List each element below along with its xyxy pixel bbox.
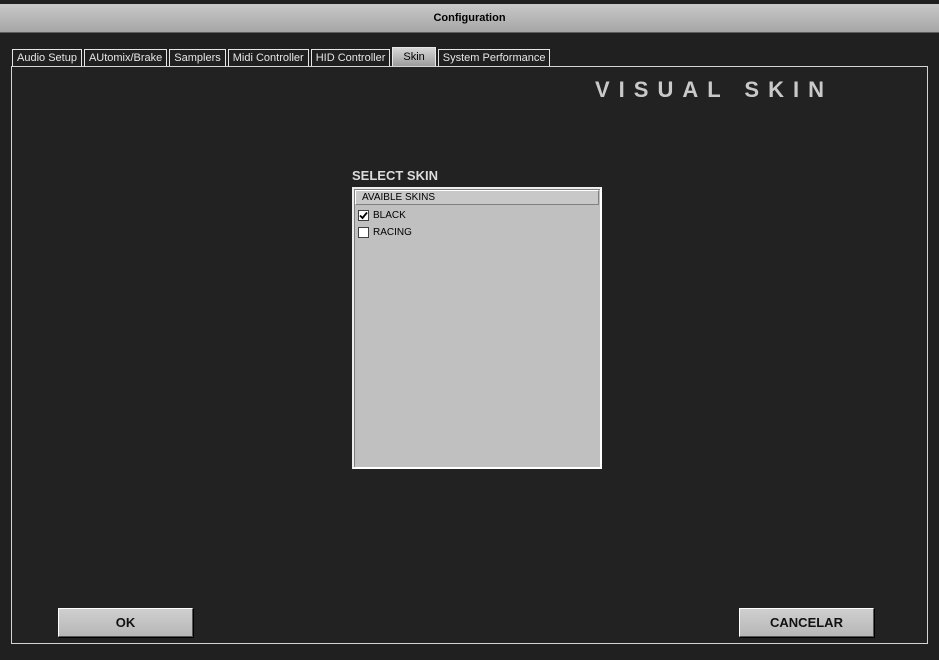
tab-midi-controller[interactable]: Midi Controller [227,49,309,66]
window-title: Configuration [433,12,506,24]
skin-checkbox-racing[interactable] [358,227,369,238]
list-column-header[interactable]: AVAIBLE SKINS [355,190,599,205]
tab-samplers[interactable]: Samplers [169,49,226,66]
tab-system-performance[interactable]: System Performance [437,49,551,66]
page-title: VISUAL SKIN [595,77,833,102]
skin-label-racing: RACING [373,227,412,238]
tab-hid-controller[interactable]: HID Controller [310,49,391,66]
skin-checkbox-black[interactable] [358,210,369,221]
skin-panel: VISUAL SKIN SELECT SKIN AVAIBLE SKINS BL… [11,66,928,644]
skin-label-black: BLACK [373,210,406,221]
tab-automix-brake[interactable]: AUtomix/Brake [83,49,168,66]
skin-list[interactable]: AVAIBLE SKINS BLACK RACING [352,187,602,469]
skin-item-racing[interactable]: RACING [358,225,412,240]
tab-audio-setup[interactable]: Audio Setup [12,49,82,66]
ok-button[interactable]: OK [58,608,193,637]
title-bar[interactable]: Configuration [0,4,939,33]
configuration-window: Configuration Audio Setup AUtomix/Brake … [0,0,939,660]
tab-strip: Audio Setup AUtomix/Brake Samplers Midi … [12,47,552,66]
select-skin-label: SELECT SKIN [352,168,438,183]
check-icon [359,211,368,220]
tab-skin[interactable]: Skin [392,47,436,66]
cancel-button[interactable]: CANCELAR [739,608,874,637]
skin-item-black[interactable]: BLACK [358,208,406,223]
